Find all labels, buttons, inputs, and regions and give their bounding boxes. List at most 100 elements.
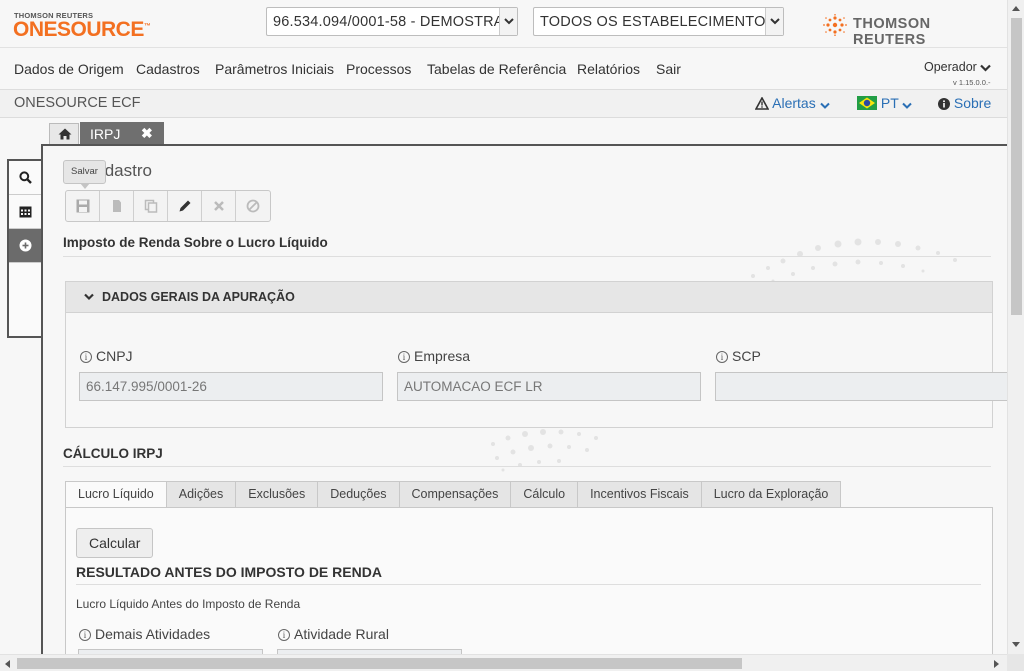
main-panel: Cadastro Salvar Imposto de Renda Sobre o…: [41, 144, 1007, 654]
chevron-down-icon[interactable]: [765, 8, 783, 35]
scroll-down-arrow[interactable]: [1008, 637, 1024, 654]
tab-deducoes[interactable]: Deduções: [318, 481, 400, 508]
nav-item-processos[interactable]: Processos: [346, 61, 411, 77]
tab-irpj-label: IRPJ: [90, 126, 121, 142]
save-icon: [76, 199, 90, 213]
scroll-up-arrow[interactable]: [1008, 0, 1024, 17]
scp-field[interactable]: [715, 372, 1007, 401]
home-tab[interactable]: [49, 123, 79, 144]
cancel-button[interactable]: [236, 191, 270, 221]
nav-item-relatorios[interactable]: Relatórios: [577, 61, 640, 77]
calendar-icon: [19, 206, 32, 218]
product-name: ONESOURCE: [13, 18, 144, 41]
tab-exclusoes[interactable]: Exclusões: [236, 481, 319, 508]
company-select-value: 96.534.094/0001-58 - DEMOSTRAÇ: [273, 14, 499, 30]
tab-compensacoes[interactable]: Compensações: [399, 481, 512, 508]
tab-incentivos-fiscais[interactable]: Incentivos Fiscais: [578, 481, 702, 508]
new-button[interactable]: [100, 191, 134, 221]
tab-lucro-da-exploracao[interactable]: Lucro da Exploração: [701, 481, 842, 508]
side-toolbar: [7, 159, 41, 338]
calendar-button[interactable]: [9, 195, 41, 229]
tab-adicoes[interactable]: Adições: [166, 481, 237, 508]
info-icon[interactable]: i: [398, 351, 410, 363]
copy-button[interactable]: [134, 191, 168, 221]
establishment-select[interactable]: TODOS OS ESTABELECIMENTOS: [533, 7, 784, 36]
general-data-header[interactable]: DADOS GERAIS DA APURAÇÃO: [66, 282, 992, 313]
scroll-right-arrow[interactable]: [990, 655, 1007, 671]
nav-item-sair[interactable]: Sair: [656, 61, 681, 77]
new-doc-icon: [113, 200, 121, 212]
chevron-down-icon: [819, 102, 830, 109]
horizontal-scroll-thumb[interactable]: [17, 658, 742, 669]
nav-item-parametros-iniciais[interactable]: Parâmetros Iniciais: [215, 61, 334, 77]
empresa-field[interactable]: AUTOMACAO ECF LR: [397, 372, 701, 401]
chevron-down-icon: [84, 293, 94, 301]
cnpj-value: 66.147.995/0001-26: [86, 379, 207, 394]
tab-irpj[interactable]: IRPJ ✖: [80, 122, 164, 145]
save-button[interactable]: [66, 191, 100, 221]
info-icon: [938, 98, 950, 110]
language-menu[interactable]: PT: [857, 95, 913, 111]
cnpj-field[interactable]: 66.147.995/0001-26: [79, 372, 383, 401]
version-label: v 1.15.0.0.-: [953, 78, 991, 87]
chevron-down-icon[interactable]: [499, 8, 517, 35]
empresa-label: i Empresa: [398, 348, 470, 364]
cnpj-label-text: CNPJ: [96, 348, 133, 364]
alerts-menu[interactable]: Alertas: [754, 95, 830, 111]
top-header: THOMSON REUTERS ONESOURCE™ 96.534.094/00…: [0, 0, 1007, 48]
save-tooltip: Salvar: [63, 160, 106, 189]
nav-item-dados-de-origem[interactable]: Dados de Origem: [14, 61, 124, 77]
close-icon[interactable]: ✖: [141, 125, 153, 142]
horizontal-scrollbar[interactable]: [0, 654, 1007, 671]
vertical-scroll-thumb[interactable]: [1011, 18, 1022, 315]
info-icon[interactable]: i: [278, 629, 290, 641]
copy-icon: [144, 199, 158, 213]
x-icon: [214, 201, 224, 211]
tab-content: Calcular RESULTADO ANTES DO IMPOSTO DE R…: [65, 507, 993, 654]
tab-calculo[interactable]: Cálculo: [511, 481, 579, 508]
brazil-flag-icon: [857, 96, 877, 110]
thomson-reuters-logo-icon: [823, 14, 847, 36]
home-icon: [58, 128, 72, 140]
vertical-scrollbar[interactable]: [1007, 0, 1024, 654]
pencil-icon: [179, 200, 191, 212]
atividade-rural-label-text: Atividade Rural: [294, 626, 389, 642]
scp-label-text: SCP: [732, 348, 761, 364]
trademark: ™: [143, 23, 151, 30]
scrollbar-corner: [1007, 654, 1024, 671]
section-title: Imposto de Renda Sobre o Lucro Líquido: [63, 235, 328, 250]
calculate-button[interactable]: Calcular: [76, 528, 154, 558]
divider: [63, 466, 991, 467]
about-label: Sobre: [953, 95, 992, 111]
search-icon: [19, 171, 32, 184]
tab-lucro-liquido[interactable]: Lucro Líquido: [65, 481, 167, 508]
demais-atividades-label: i Demais Atividades: [79, 626, 210, 642]
product-logo[interactable]: ONESOURCE™: [13, 18, 151, 42]
vendor-name: THOMSON REUTERS: [853, 16, 931, 48]
info-icon[interactable]: i: [79, 629, 91, 641]
operator-label: Operador: [924, 60, 977, 74]
delete-button[interactable]: [202, 191, 236, 221]
main-nav: Dados de Origem Cadastros Parâmetros Ini…: [0, 49, 1007, 90]
operator-menu[interactable]: Operador: [924, 60, 991, 74]
nav-item-tabelas-de-referencia[interactable]: Tabelas de Referência: [427, 61, 566, 77]
divider: [76, 584, 981, 585]
nav-item-cadastros[interactable]: Cadastros: [136, 61, 200, 77]
info-icon[interactable]: i: [80, 351, 92, 363]
result-subtitle: Lucro Líquido Antes do Imposto de Renda: [76, 597, 301, 611]
calc-tabs: Lucro Líquido Adições Exclusões Deduções…: [65, 481, 842, 508]
sub-header: ONESOURCE ECF Alertas PT Sobre: [0, 90, 1007, 118]
demais-atividades-label-text: Demais Atividades: [95, 626, 211, 642]
company-select[interactable]: 96.534.094/0001-58 - DEMOSTRAÇ: [266, 7, 518, 36]
establishment-select-value: TODOS OS ESTABELECIMENTOS: [540, 14, 766, 30]
add-button[interactable]: [9, 229, 41, 263]
search-button[interactable]: [9, 161, 41, 195]
edit-button[interactable]: [168, 191, 202, 221]
info-icon[interactable]: i: [716, 351, 728, 363]
warning-icon: [754, 96, 770, 110]
atividade-rural-label: i Atividade Rural: [278, 626, 389, 642]
about-link[interactable]: Sobre: [938, 95, 991, 111]
scroll-left-arrow[interactable]: [0, 655, 17, 671]
decorative-dots: [491, 429, 598, 472]
calc-title: CÁLCULO IRPJ: [63, 446, 163, 461]
